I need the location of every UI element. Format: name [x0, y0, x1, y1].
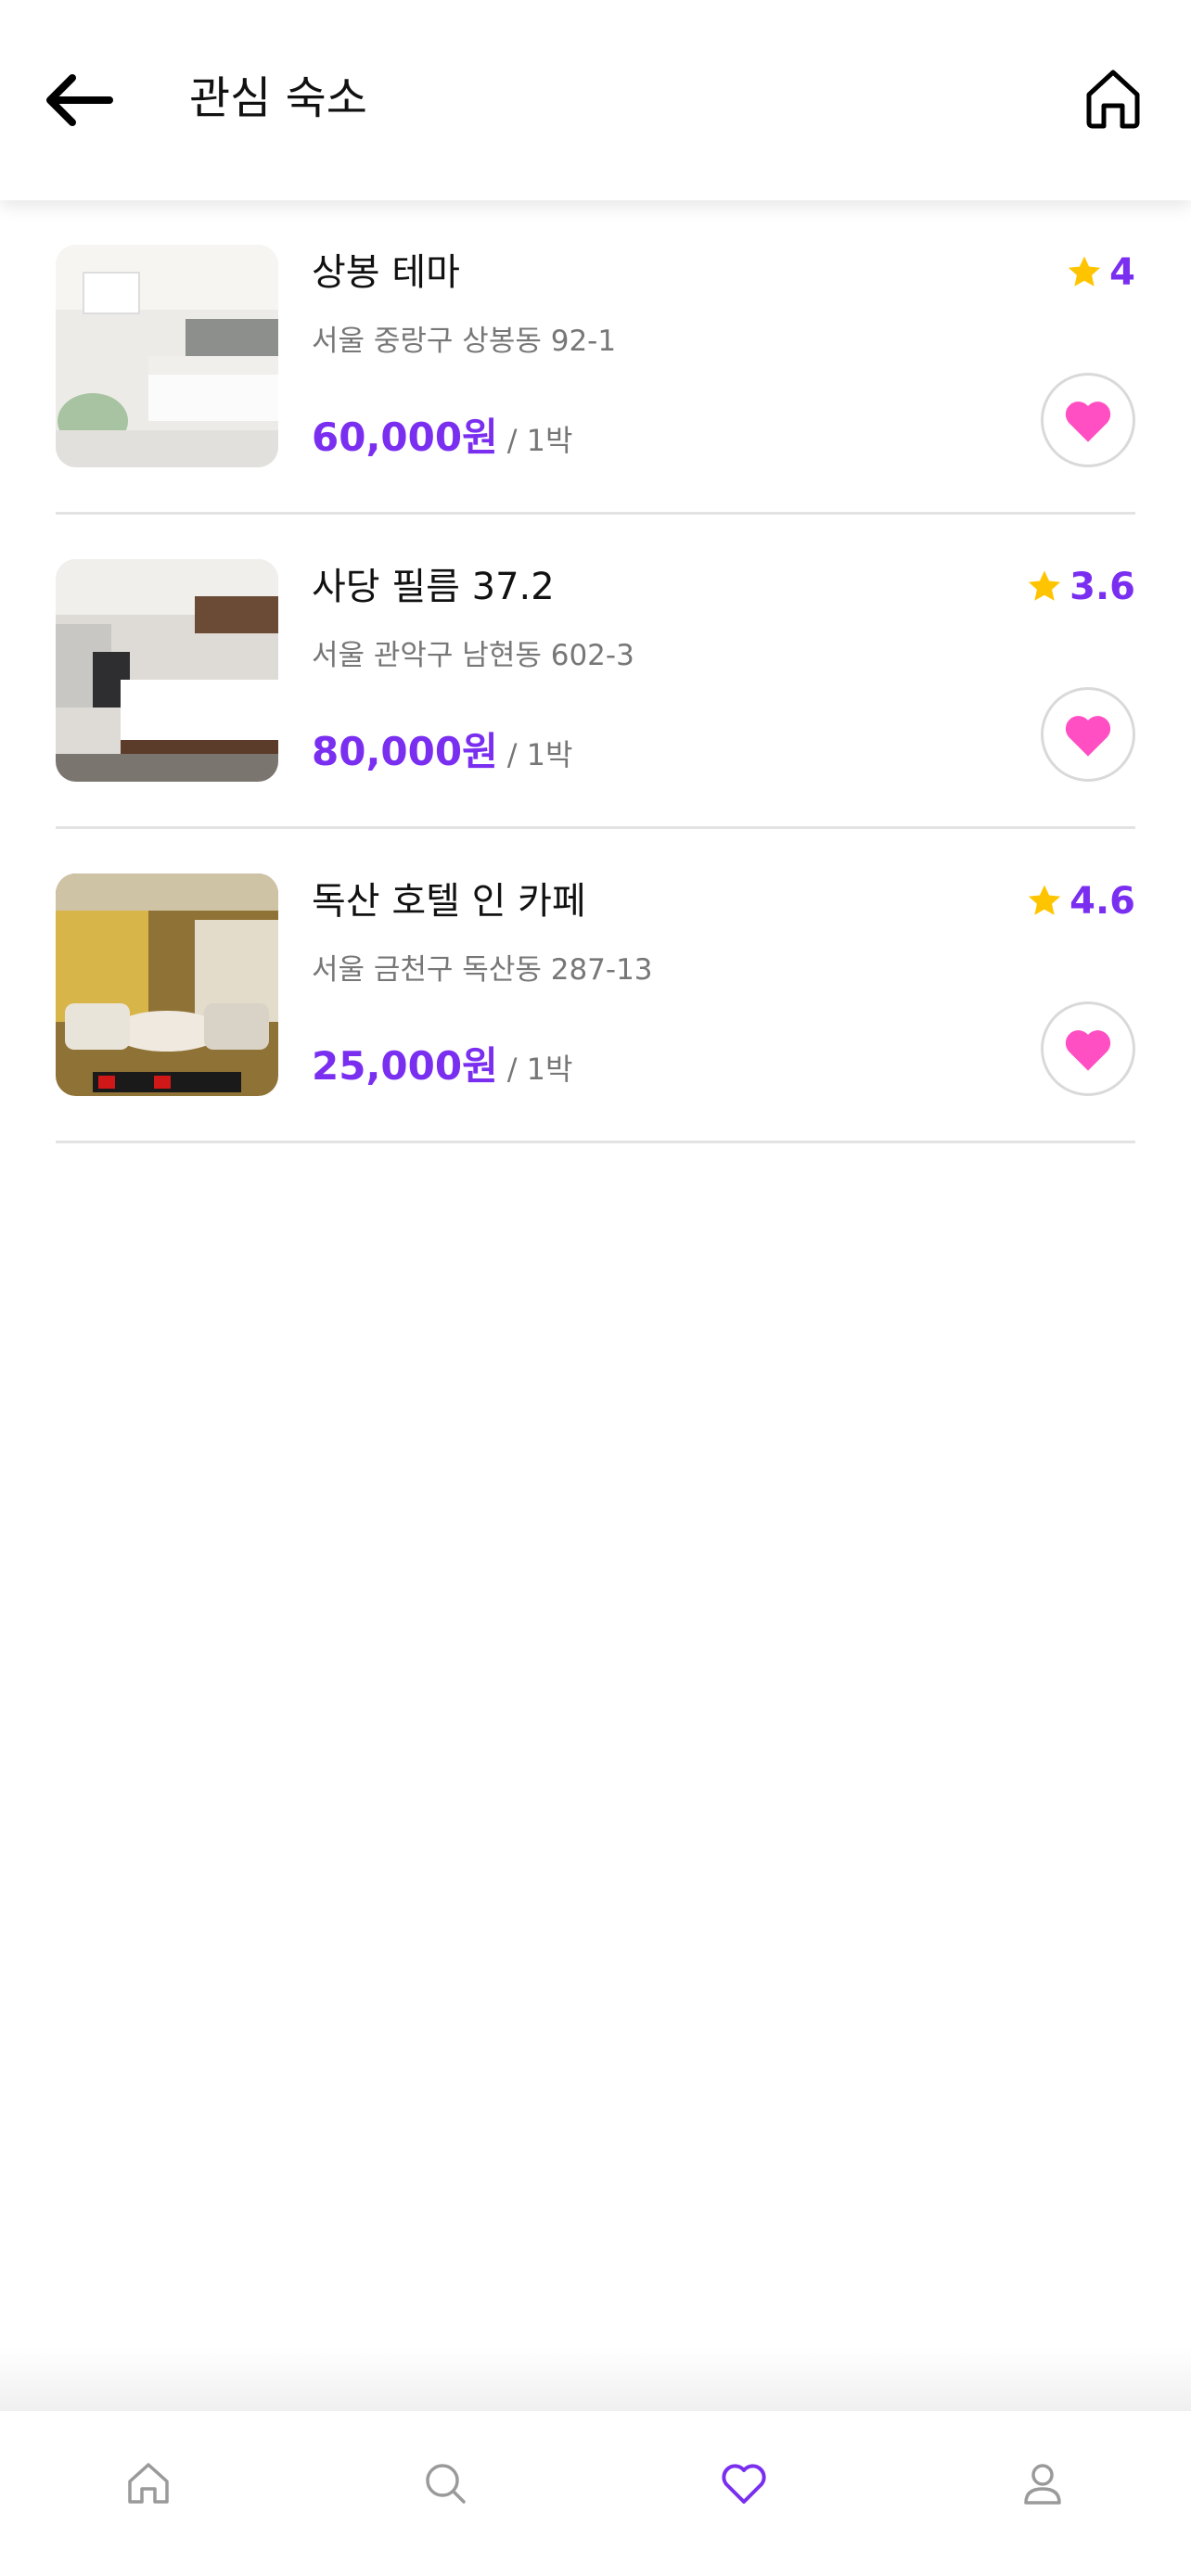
- bottom-nav-shadow: [0, 2346, 1191, 2411]
- heart-icon: [1065, 1030, 1111, 1071]
- home-icon: [128, 2463, 169, 2504]
- stay-thumbnail: [56, 874, 278, 1096]
- favorite-stays-screen: 관심 숙소 상봉 테마 서울 중랑구 상봉동 92-1 60,000원 / 1박…: [0, 0, 1191, 2576]
- rating-value: 4.6: [1069, 880, 1135, 923]
- heart-icon: [1065, 402, 1111, 442]
- rating-value: 4: [1109, 251, 1135, 294]
- profile-icon: [1024, 2464, 1061, 2505]
- stay-address: 서울 금천구 독산동 287-13: [312, 953, 653, 987]
- rating: 3.6: [1025, 561, 1135, 613]
- favorite-list: 상봉 테마 서울 중랑구 상봉동 92-1 60,000원/ 1박 4 사당 필…: [56, 200, 1135, 1143]
- stay-name: 독산 호텔 인 카페: [312, 880, 586, 923]
- stay-address: 서울 중랑구 상봉동 92-1: [312, 325, 617, 358]
- arrow-left-icon: [46, 74, 113, 126]
- stay-price: 60,000원: [312, 414, 498, 460]
- home-icon: [1086, 70, 1140, 129]
- stay-address: 서울 관악구 남현동 602-3: [312, 639, 634, 672]
- price-row: 25,000원/ 1박: [312, 1039, 572, 1103]
- star-icon: [1028, 885, 1061, 915]
- heart-icon: [722, 2464, 766, 2504]
- app-header: 관심 숙소: [0, 0, 1191, 200]
- heart-icon: [1065, 716, 1111, 757]
- favorite-button[interactable]: [1041, 373, 1135, 467]
- list-item[interactable]: 상봉 테마 서울 중랑구 상봉동 92-1 60,000원/ 1박 4: [56, 200, 1135, 515]
- favorite-button[interactable]: [1041, 687, 1135, 782]
- star-icon: [1069, 256, 1101, 287]
- rating: 4.6: [1025, 875, 1135, 927]
- price-unit: / 1박: [506, 1052, 573, 1087]
- rating-value: 3.6: [1069, 566, 1135, 608]
- stay-name: 상봉 테마: [312, 251, 460, 294]
- bottom-nav: [0, 2411, 1191, 2576]
- stay-name: 사당 필름 37.2: [312, 566, 555, 608]
- page-title: 관심 숙소: [189, 72, 367, 124]
- nav-search[interactable]: [419, 2457, 471, 2509]
- list-item[interactable]: 독산 호텔 인 카페 서울 금천구 독산동 287-13 25,000원/ 1박…: [56, 829, 1135, 1143]
- price-row: 80,000원/ 1박: [312, 724, 572, 788]
- list-item[interactable]: 사당 필름 37.2 서울 관악구 남현동 602-3 80,000원/ 1박 …: [56, 515, 1135, 829]
- price-row: 60,000원/ 1박: [312, 410, 572, 474]
- home-button[interactable]: [1080, 65, 1146, 132]
- nav-favorites[interactable]: [718, 2457, 770, 2509]
- nav-home[interactable]: [122, 2457, 174, 2509]
- rating: 4: [1065, 247, 1135, 299]
- stay-price: 25,000원: [312, 1043, 498, 1089]
- stay-thumbnail: [56, 559, 278, 782]
- price-unit: / 1박: [506, 737, 573, 772]
- star-icon: [1028, 570, 1061, 601]
- favorite-button[interactable]: [1041, 1001, 1135, 1096]
- search-icon: [426, 2464, 466, 2504]
- stay-thumbnail: [56, 245, 278, 467]
- nav-profile[interactable]: [1017, 2457, 1069, 2509]
- price-unit: / 1박: [506, 423, 573, 458]
- back-button[interactable]: [41, 67, 115, 134]
- stay-price: 80,000원: [312, 729, 498, 774]
